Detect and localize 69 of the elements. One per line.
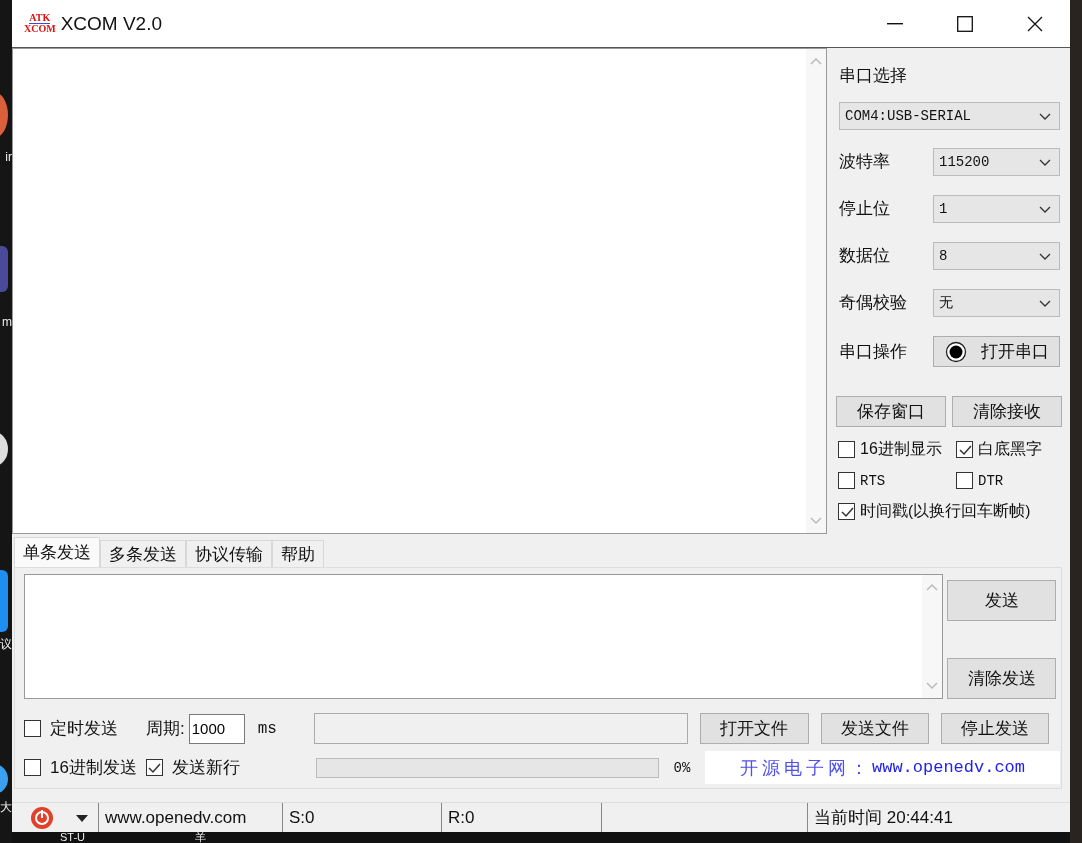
file-action-button[interactable]: 发送文件: [820, 713, 929, 744]
checkbox[interactable]: [24, 759, 41, 776]
port-select-label: 串口选择: [839, 65, 908, 87]
scrollbar[interactable]: [922, 575, 942, 698]
open-port-button[interactable]: 打开串口: [933, 336, 1060, 367]
checkbox[interactable]: [838, 503, 855, 520]
scrollbar[interactable]: [806, 49, 826, 533]
desktop-icon-label: 议: [0, 637, 12, 651]
field-label: 数据位: [839, 245, 890, 267]
field-label: 停止位: [839, 198, 890, 220]
period-input[interactable]: 1000: [188, 713, 245, 744]
dropdown[interactable]: 1: [933, 195, 1060, 223]
desktop-icon-label: ST-U: [60, 832, 86, 843]
desktop-icon-label: 羊: [195, 832, 206, 843]
checkbox[interactable]: [838, 441, 855, 458]
chevron-down-icon: [1039, 299, 1051, 307]
app-logo: ATK XCOM: [24, 13, 56, 34]
close-icon: [1027, 15, 1043, 32]
checkbox[interactable]: [838, 472, 855, 489]
period-label: 周期:: [146, 718, 185, 740]
checkbox[interactable]: [145, 759, 163, 776]
tab[interactable]: 多条发送: [100, 540, 186, 567]
checkbox-label: 发送新行: [171, 757, 240, 779]
receive-action-button[interactable]: 保存窗口: [836, 396, 946, 427]
dropdown[interactable]: 8: [933, 242, 1060, 270]
dropdown[interactable]: 无: [933, 289, 1060, 317]
scroll-down-icon: [926, 682, 938, 690]
dropdown[interactable]: 115200: [933, 148, 1060, 176]
checkbox-label: 16进制显示: [860, 439, 942, 459]
checkbox[interactable]: [956, 441, 973, 458]
file-path-field[interactable]: [313, 713, 689, 744]
chevron-down-icon: [1039, 252, 1051, 260]
caret-icon[interactable]: [76, 814, 88, 822]
checkbox[interactable]: [956, 472, 973, 489]
checkbox-label: RTS: [860, 472, 886, 489]
checkbox-label: 16进制发送: [50, 757, 137, 779]
website-banner[interactable]: 开源电子网：www.openedv.com: [705, 751, 1060, 784]
scroll-up-icon: [926, 583, 938, 591]
file-action-button[interactable]: 打开文件: [700, 713, 809, 744]
desktop-icon-label: 大: [0, 800, 12, 814]
field-label: 波特率: [839, 151, 890, 173]
unit-label: ms: [257, 719, 277, 738]
send-action-button[interactable]: 发送: [947, 580, 1056, 621]
field-label: 串口操作: [839, 340, 907, 363]
checkbox-label: DTR: [978, 472, 1004, 489]
send-action-button[interactable]: 清除发送: [947, 658, 1056, 699]
port-dropdown[interactable]: COM4:USB-SERIAL: [839, 102, 1060, 130]
checkbox-label: 白底黑字: [978, 439, 1042, 459]
chevron-down-icon: [1039, 158, 1051, 166]
maximize-icon: [957, 15, 973, 32]
checkbox-label: 时间戳(以换行回车断帧): [860, 501, 1031, 521]
scroll-up-icon: [810, 57, 822, 65]
minimize-icon: [887, 22, 903, 25]
tab[interactable]: 帮助: [272, 540, 324, 567]
receive-action-button[interactable]: 清除接收: [952, 396, 1062, 427]
checkbox-label: 定时发送: [50, 718, 118, 740]
chevron-down-icon: [1039, 112, 1051, 120]
scroll-down-icon: [810, 517, 822, 525]
tab[interactable]: 单条发送: [14, 537, 100, 567]
power-icon[interactable]: [30, 806, 54, 830]
file-action-button[interactable]: 停止发送: [940, 713, 1049, 744]
window-title: XCOM V2.0: [60, 12, 163, 35]
desktop-icon-label: m: [2, 315, 12, 329]
tab[interactable]: 协议传输: [186, 540, 272, 567]
field-label: 奇偶校验: [839, 292, 907, 314]
progress-reading: 0%: [672, 759, 692, 776]
chevron-down-icon: [1039, 205, 1051, 213]
checkbox[interactable]: [24, 720, 41, 737]
desktop-icon-label: ir: [5, 150, 12, 164]
